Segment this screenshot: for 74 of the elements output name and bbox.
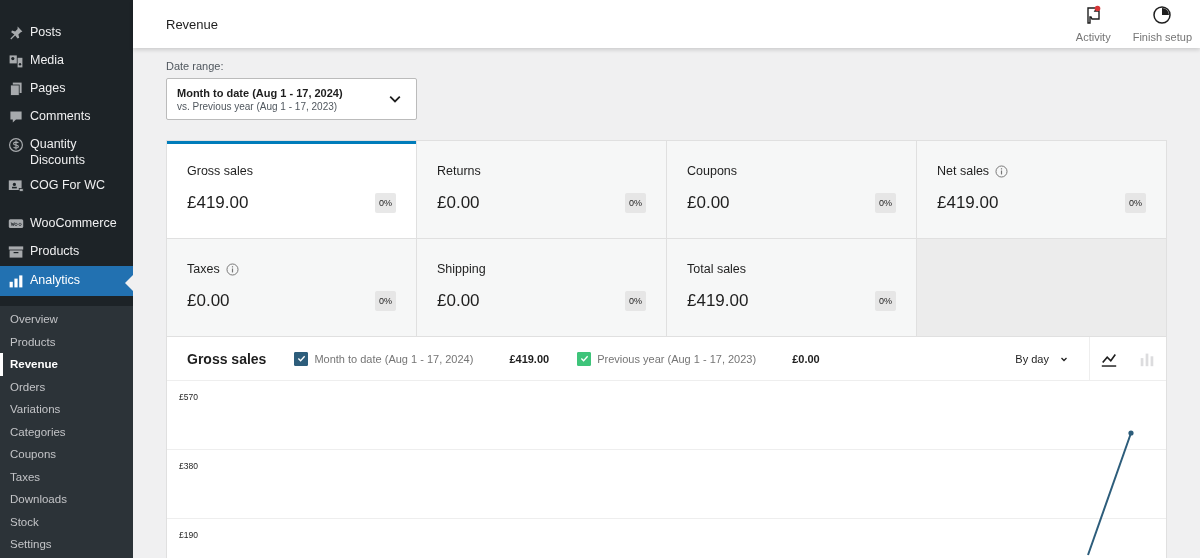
menu-item[interactable]: COG For WC (0, 172, 133, 200)
delta-badge: 0% (875, 193, 896, 213)
summary-tile[interactable]: Gross sales £419.00 0% (167, 141, 416, 238)
legend-item[interactable]: Month to date (Aug 1 - 17, 2024) (294, 351, 474, 366)
pie-icon (1152, 5, 1173, 25)
tile-label: Shipping (437, 262, 486, 276)
summary-tile[interactable]: Net sales £419.00 0% (917, 141, 1166, 238)
delta-badge: 0% (1125, 193, 1146, 213)
menu-item[interactable]: Analytics (0, 266, 133, 296)
date-range-label: Date range: (166, 60, 225, 72)
tile-label: Gross sales (187, 164, 253, 178)
delta-badge: 0% (375, 193, 396, 213)
axis-label: £570 (179, 392, 198, 402)
tile-value: £419.00 (187, 193, 249, 213)
menu-item[interactable]: Pages (0, 75, 133, 103)
submenu-item[interactable]: Stock (0, 510, 133, 533)
tile-label: Net sales (937, 164, 990, 178)
delta-badge: 0% (625, 291, 646, 311)
summary-tile[interactable]: Taxes £0.00 0% (167, 239, 416, 336)
legend-total: £0.00 (792, 352, 820, 365)
legend-total: £419.00 (509, 352, 550, 365)
screen-icon (8, 178, 24, 194)
checkmark-icon (296, 354, 306, 363)
pages-icon (8, 81, 24, 97)
archive-icon (8, 244, 24, 260)
submenu-item[interactable]: Products (0, 330, 133, 353)
submenu-item[interactable]: Overview (0, 308, 133, 331)
submenu-item[interactable]: Orders (0, 375, 133, 398)
submenu-item[interactable]: Downloads (0, 488, 133, 511)
dollar-circle-icon (8, 137, 24, 153)
media-icon (8, 53, 24, 69)
summary-tile[interactable]: Total sales £419.00 0% (667, 239, 916, 336)
page-title: Revenue (165, 16, 219, 32)
menu-item[interactable]: Quantity Discounts (0, 131, 133, 172)
tile-label: Coupons (687, 164, 738, 178)
tile-value: £0.00 (687, 193, 730, 213)
legend-item[interactable]: Previous year (Aug 1 - 17, 2023) (577, 351, 757, 366)
summary-tile[interactable]: Shipping £0.00 0% (417, 239, 666, 336)
checkmark-icon (579, 354, 589, 363)
pin-icon (8, 25, 24, 41)
bar-chart-icon (8, 273, 24, 289)
submenu-item[interactable]: Settings (0, 533, 133, 556)
menu-item[interactable]: Comments (0, 103, 133, 131)
checkbox[interactable] (294, 351, 309, 366)
tile-value: £0.00 (437, 291, 480, 311)
menu-item[interactable]: WooCommerce (0, 210, 133, 238)
menu-item[interactable]: Posts (0, 19, 133, 47)
chart-title: Gross sales (187, 350, 267, 367)
header-action[interactable]: Activity (1067, 0, 1119, 49)
submenu-item[interactable]: Categories (0, 420, 133, 443)
header-action[interactable]: Finish setup (1124, 0, 1200, 49)
tile-label: Returns (437, 164, 481, 178)
date-range-dropdown[interactable]: Month to date (Aug 1 - 17, 2024) vs. Previous year (Aug 1 - 17, 2023) (166, 78, 417, 120)
delta-badge: 0% (625, 193, 646, 213)
tile-value: £419.00 (687, 291, 749, 311)
delta-badge: 0% (375, 291, 396, 311)
delta-badge: 0% (875, 291, 896, 311)
tile-value: £419.00 (937, 193, 999, 213)
submenu-item[interactable]: Variations (0, 398, 133, 421)
summary-tile[interactable]: Returns £0.00 0% (417, 141, 666, 238)
axis-label: £380 (179, 461, 198, 471)
tile-label: Taxes (187, 262, 220, 276)
summary-tile[interactable]: Coupons £0.00 0% (667, 141, 916, 238)
checkbox[interactable] (577, 351, 592, 366)
submenu-item[interactable]: Taxes (0, 465, 133, 488)
tile-value: £0.00 (437, 193, 480, 213)
interval-dropdown[interactable]: By day (1015, 352, 1089, 365)
tile-label: Total sales (687, 262, 747, 276)
menu-item[interactable]: Media (0, 47, 133, 75)
submenu-item[interactable]: Coupons (0, 443, 133, 466)
menu-item[interactable]: Products (0, 238, 133, 266)
axis-label: £190 (179, 530, 198, 540)
tile-value: £0.00 (187, 291, 230, 311)
speech-bubble-icon (8, 109, 24, 125)
